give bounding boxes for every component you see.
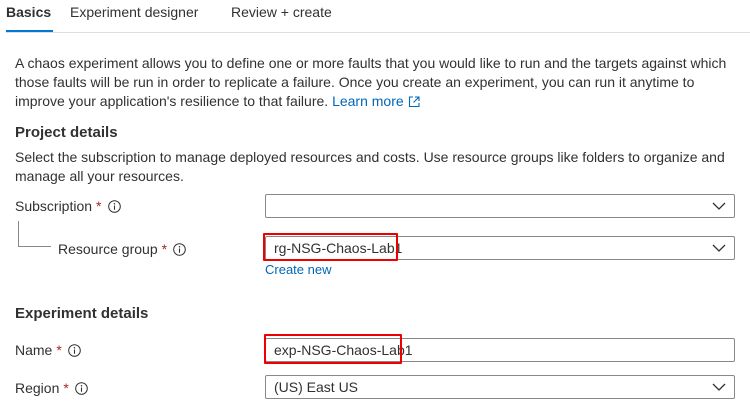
name-input-field[interactable] [265,338,735,362]
name-input[interactable] [274,342,734,358]
experiment-details-heading: Experiment details [15,305,149,322]
name-label: Name * [15,342,81,358]
tab-bar: Basics Experiment designer Review + crea… [0,0,750,34]
chevron-down-icon [712,383,726,391]
chevron-down-icon [712,244,726,252]
tabs-divider [6,32,750,33]
info-icon[interactable] [107,199,121,213]
create-new-link[interactable]: Create new [265,262,331,277]
project-details-description: Select the subscription to manage deploy… [15,149,725,184]
project-details-heading: Project details [15,124,118,141]
chevron-down-icon [712,202,726,210]
subscription-label: Subscription * [15,198,121,214]
intro-description: A chaos experiment allows you to define … [15,54,740,111]
tab-experiment-designer[interactable]: Experiment designer [70,4,198,20]
resource-group-label: Resource group * [58,241,186,257]
info-icon[interactable] [173,242,186,256]
tab-basics[interactable]: Basics [6,4,51,20]
info-icon[interactable] [75,381,88,395]
info-icon[interactable] [68,343,81,357]
tab-review-create[interactable]: Review + create [231,4,332,20]
external-link-icon [408,96,420,108]
region-label: Region * [15,380,88,396]
learn-more-link[interactable]: Learn more [332,93,420,109]
region-dropdown[interactable]: (US) East US [265,375,735,399]
tree-connector [18,221,51,247]
subscription-dropdown[interactable] [265,194,735,218]
resource-group-dropdown[interactable]: rg-NSG-Chaos-Lab1 [265,236,735,260]
